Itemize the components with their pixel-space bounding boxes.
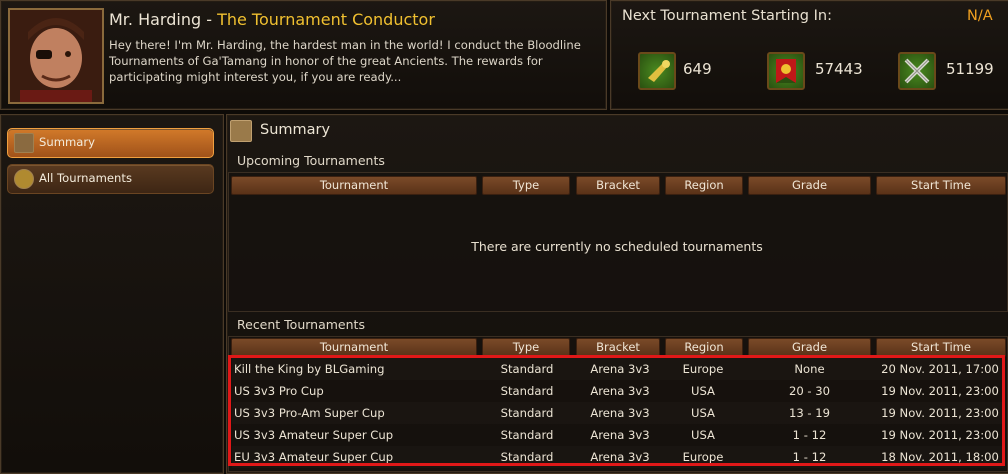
cell-type: Standard bbox=[500, 406, 554, 420]
column-header-start-time[interactable]: Start Time bbox=[876, 338, 1006, 357]
cell-start-time: 19 Nov. 2011, 23:00 bbox=[881, 428, 999, 442]
sidebar-item-all-tournaments[interactable]: All Tournaments bbox=[7, 164, 214, 194]
horn-icon bbox=[638, 52, 676, 90]
npc-portrait bbox=[8, 8, 104, 104]
cell-start-time: 18 Nov. 2011, 18:00 bbox=[881, 450, 999, 464]
npc-dialog: Hey there! I'm Mr. Harding, the hardest … bbox=[109, 38, 581, 84]
cell-start-time: 19 Nov. 2011, 23:00 bbox=[881, 384, 999, 398]
cell-grade: 1 - 12 bbox=[792, 450, 827, 464]
column-header-tournament[interactable]: Tournament bbox=[231, 338, 477, 357]
column-header-type[interactable]: Type bbox=[482, 338, 570, 357]
cell-region: USA bbox=[691, 428, 715, 442]
column-header-tournament[interactable]: Tournament bbox=[231, 176, 477, 195]
column-header-region[interactable]: Region bbox=[665, 338, 743, 357]
cell-tournament: EU 3v3 Amateur Super Cup bbox=[234, 450, 394, 464]
upcoming-section-title: Upcoming Tournaments bbox=[237, 153, 385, 168]
table-row[interactable]: US 3v3 Amateur Super Cup Standard Arena … bbox=[232, 424, 1004, 446]
cell-grade: 13 - 19 bbox=[788, 406, 831, 420]
cell-grade: None bbox=[794, 362, 825, 376]
cell-bracket: Arena 3v3 bbox=[590, 384, 650, 398]
recent-section-title: Recent Tournaments bbox=[237, 317, 365, 332]
cell-type: Standard bbox=[500, 450, 554, 464]
next-tournament-label: Next Tournament Starting In: bbox=[622, 8, 832, 24]
table-row[interactable]: Kill the King by BLGaming Standard Arena… bbox=[232, 358, 1004, 380]
trophy-icon bbox=[14, 169, 34, 189]
cell-region: USA bbox=[691, 384, 715, 398]
cell-region: Europe bbox=[682, 362, 724, 376]
column-header-region[interactable]: Region bbox=[665, 176, 743, 195]
cell-tournament: Kill the King by BLGaming bbox=[234, 362, 385, 376]
cell-grade: 20 - 30 bbox=[788, 384, 831, 398]
column-header-type[interactable]: Type bbox=[482, 176, 570, 195]
cell-type: Standard bbox=[500, 362, 554, 376]
cell-bracket: Arena 3v3 bbox=[590, 406, 650, 420]
cell-tournament: US 3v3 Pro Cup bbox=[234, 384, 324, 398]
cell-bracket: Arena 3v3 bbox=[590, 450, 650, 464]
banner-icon bbox=[767, 52, 805, 90]
empty-message: There are currently no scheduled tournam… bbox=[471, 239, 763, 254]
table-row[interactable]: EU 3v3 Amateur Super Cup Standard Arena … bbox=[232, 446, 1004, 468]
table-row[interactable]: US 3v3 Pro Cup Standard Arena 3v3 USA 20… bbox=[232, 380, 1004, 402]
cell-start-time: 19 Nov. 2011, 23:00 bbox=[881, 406, 999, 420]
cell-tournament: US 3v3 Amateur Super Cup bbox=[234, 428, 394, 442]
sidebar-item-label: All Tournaments bbox=[39, 171, 132, 185]
column-header-bracket[interactable]: Bracket bbox=[576, 338, 660, 357]
name-separator: - bbox=[201, 10, 218, 29]
cell-region: Europe bbox=[682, 450, 724, 464]
column-header-grade[interactable]: Grade bbox=[748, 338, 871, 357]
next-tournament-value: N/A bbox=[967, 8, 993, 24]
cell-bracket: Arena 3v3 bbox=[590, 428, 650, 442]
page-title: Summary bbox=[260, 122, 331, 138]
scroll-icon bbox=[14, 133, 34, 153]
npc-name-line: Mr. Harding - The Tournament Conductor bbox=[109, 10, 435, 29]
horn-count: 649 bbox=[683, 60, 712, 78]
sidebar-item-summary[interactable]: Summary bbox=[7, 128, 214, 158]
cell-tournament: US 3v3 Pro-Am Super Cup bbox=[234, 406, 385, 420]
crossed-swords-icon bbox=[898, 52, 936, 90]
npc-name: Mr. Harding bbox=[109, 10, 202, 29]
table-row[interactable]: US 3v3 Pro-Am Super Cup Standard Arena 3… bbox=[232, 402, 1004, 424]
scroll-icon bbox=[230, 120, 252, 142]
npc-title: The Tournament Conductor bbox=[217, 10, 435, 29]
column-header-grade[interactable]: Grade bbox=[748, 176, 871, 195]
banner-count: 57443 bbox=[815, 60, 863, 78]
cell-type: Standard bbox=[500, 428, 554, 442]
cell-region: USA bbox=[691, 406, 715, 420]
cell-bracket: Arena 3v3 bbox=[590, 362, 650, 376]
cell-grade: 1 - 12 bbox=[792, 428, 827, 442]
sidebar-item-label: Summary bbox=[39, 135, 96, 149]
column-header-start-time[interactable]: Start Time bbox=[876, 176, 1006, 195]
cell-start-time: 20 Nov. 2011, 17:00 bbox=[881, 362, 999, 376]
cell-type: Standard bbox=[500, 384, 554, 398]
column-header-bracket[interactable]: Bracket bbox=[576, 176, 660, 195]
swords-count: 51199 bbox=[946, 60, 994, 78]
